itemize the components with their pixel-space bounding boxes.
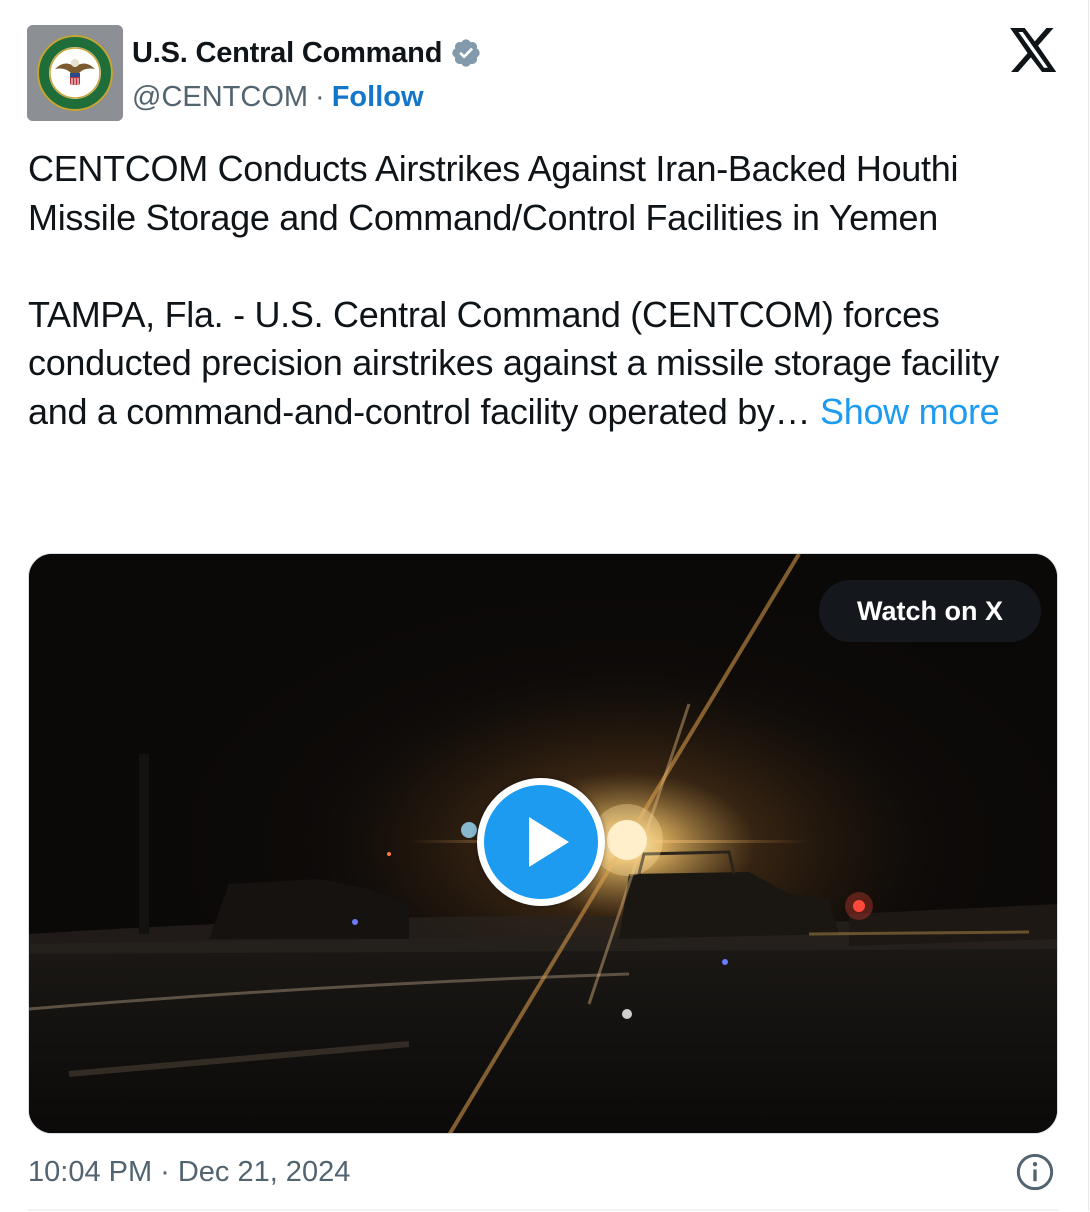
tweet-card: U.S. Central Command @CENTCOM · Follow C…	[0, 0, 1090, 1212]
show-more-link[interactable]: Show more	[820, 391, 1000, 432]
verified-badge-icon	[452, 39, 480, 67]
video-player[interactable]: Watch on X	[28, 553, 1058, 1134]
author-handle-row: @CENTCOM · Follow	[132, 78, 424, 116]
tweet-text: CENTCOM Conducts Airstrikes Against Iran…	[28, 145, 1058, 436]
author-handle[interactable]: @CENTCOM	[132, 81, 308, 114]
tweet-date: Dec 21, 2024	[177, 1155, 351, 1188]
handle-separator: ·	[315, 80, 325, 113]
card-divider	[28, 1209, 1058, 1211]
tweet-time: 10:04 PM	[28, 1155, 153, 1188]
display-name[interactable]: U.S. Central Command	[132, 37, 442, 70]
timestamp-separator: ·	[160, 1155, 170, 1188]
follow-button[interactable]: Follow	[332, 81, 424, 114]
info-icon[interactable]	[1015, 1152, 1055, 1192]
tweet-body-paragraph: TAMPA, Fla. - U.S. Central Command (CENT…	[28, 291, 1058, 437]
play-button[interactable]	[477, 778, 605, 906]
author-name-row: U.S. Central Command	[132, 32, 482, 74]
x-logo-icon[interactable]	[1010, 28, 1058, 72]
watch-on-x-button[interactable]: Watch on X	[819, 580, 1041, 642]
play-icon	[529, 817, 569, 867]
timestamp[interactable]: 10:04 PM · Dec 21, 2024	[28, 1152, 350, 1192]
tweet-headline: CENTCOM Conducts Airstrikes Against Iran…	[28, 148, 959, 238]
centcom-seal-icon	[27, 25, 123, 121]
avatar[interactable]	[27, 25, 123, 121]
